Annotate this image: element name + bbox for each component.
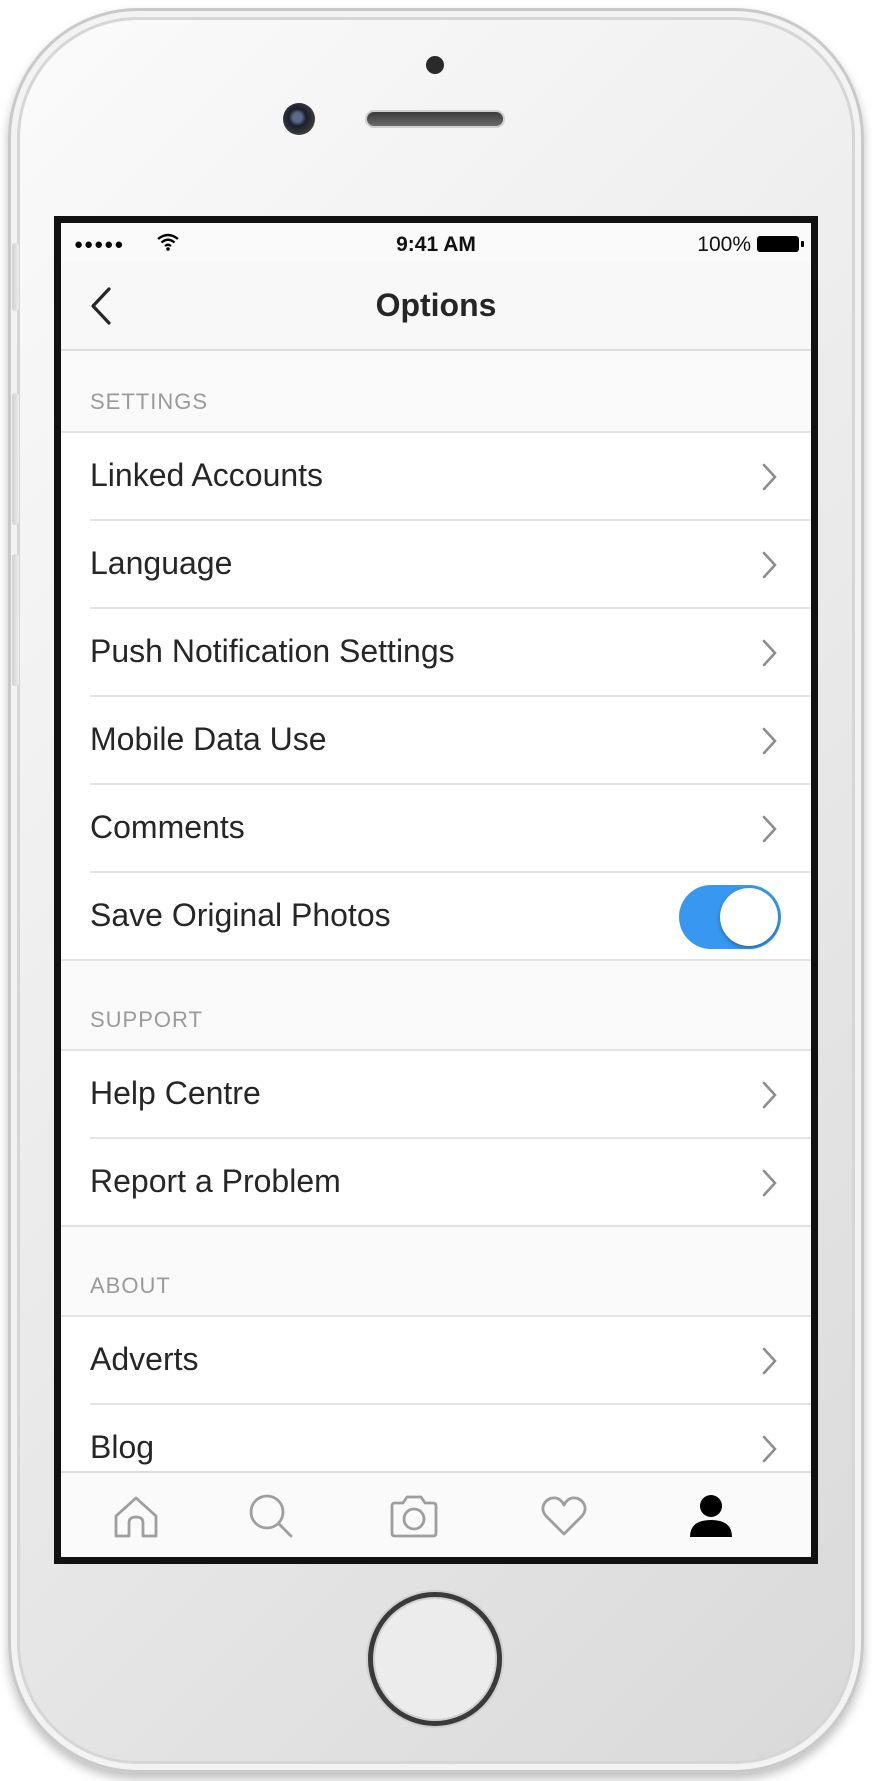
save-original-photos-toggle[interactable] (679, 885, 781, 949)
row-label: Comments (90, 809, 245, 845)
row-report-a-problem[interactable]: Report a Problem (61, 1139, 811, 1227)
toggle-knob (720, 888, 778, 946)
chevron-right-icon (762, 1435, 777, 1463)
row-label: Linked Accounts (90, 457, 324, 493)
heart-icon (541, 1496, 587, 1536)
volume-up-button (12, 393, 19, 525)
section-title: ABOUT (90, 1273, 171, 1298)
row-label: Mobile Data Use (90, 721, 327, 757)
row-label: Push Notification Settings (90, 633, 455, 669)
volume-down-button (12, 554, 19, 686)
row-adverts[interactable]: Adverts (61, 1317, 811, 1405)
row-mobile-data-use[interactable]: Mobile Data Use (61, 697, 811, 785)
section-header-about: ABOUT (61, 1227, 811, 1317)
tab-profile[interactable] (636, 1473, 786, 1557)
row-linked-accounts[interactable]: Linked Accounts (61, 433, 811, 521)
row-language[interactable]: Language (61, 521, 811, 609)
mute-switch (12, 243, 19, 311)
chevron-right-icon (762, 639, 777, 667)
chevron-right-icon (762, 815, 777, 843)
row-help-centre[interactable]: Help Centre (61, 1051, 811, 1139)
home-button[interactable] (368, 1592, 502, 1726)
row-label: Blog (90, 1429, 155, 1465)
chevron-right-icon (762, 1169, 777, 1197)
proximity-sensor (426, 56, 444, 74)
battery-icon (757, 236, 804, 252)
screen: ●●●●● 9:41 AM 100% Options SETTINGS Link… (54, 216, 818, 1564)
page-title: Options (375, 287, 497, 323)
options-list: SETTINGS Linked Accounts Language Push N… (61, 351, 811, 1493)
row-push-notification-settings[interactable]: Push Notification Settings (61, 609, 811, 697)
battery-percentage: 100% (697, 233, 751, 256)
tab-search[interactable] (196, 1473, 346, 1557)
status-bar: ●●●●● 9:41 AM 100% (61, 223, 811, 263)
row-label: Help Centre (90, 1075, 261, 1111)
row-comments[interactable]: Comments (61, 785, 811, 873)
chevron-right-icon (762, 463, 777, 491)
chevron-right-icon (762, 551, 777, 579)
earpiece-speaker (367, 112, 503, 126)
front-camera (283, 103, 315, 135)
chevron-right-icon (762, 1347, 777, 1375)
tab-bar (61, 1471, 811, 1557)
chevron-right-icon (762, 1081, 777, 1109)
chevron-right-icon (762, 727, 777, 755)
section-header-support: SUPPORT (61, 961, 811, 1051)
section-title: SUPPORT (90, 1007, 203, 1032)
tab-camera[interactable] (339, 1473, 489, 1557)
row-label: Report a Problem (90, 1163, 341, 1199)
row-label: Save Original Photos (90, 897, 391, 933)
navigation-bar: Options (61, 263, 811, 351)
profile-icon (690, 1495, 732, 1537)
search-icon (249, 1494, 293, 1538)
row-save-original-photos: Save Original Photos (61, 873, 811, 961)
row-label: Adverts (90, 1341, 199, 1377)
tab-activity[interactable] (489, 1473, 639, 1557)
row-label: Language (90, 545, 233, 581)
tab-home[interactable] (61, 1473, 211, 1557)
camera-icon (390, 1495, 438, 1538)
home-icon (114, 1496, 158, 1538)
section-title: SETTINGS (90, 389, 209, 414)
section-header-settings: SETTINGS (61, 351, 811, 433)
